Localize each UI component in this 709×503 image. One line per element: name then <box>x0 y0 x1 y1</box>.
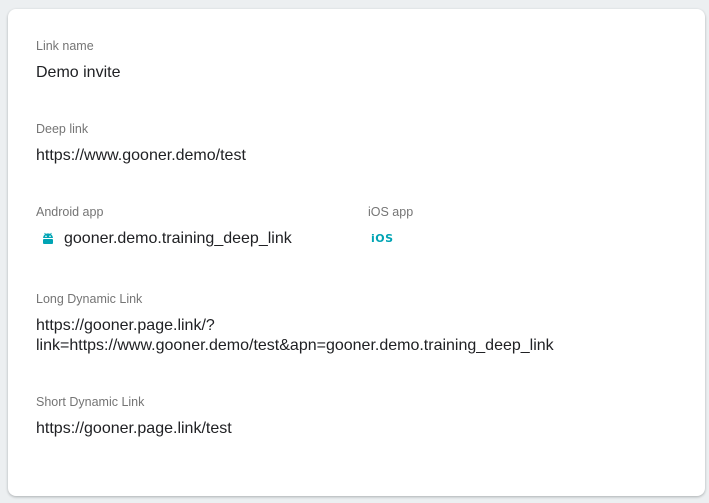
ios-app-row: iOS <box>368 229 413 248</box>
link-name-value: Demo invite <box>36 64 121 81</box>
long-dynamic-link-line-2: link=https://www.gooner.demo/test&apn=go… <box>36 337 554 354</box>
long-dynamic-link-value: https://gooner.page.link/? link=https://… <box>36 316 596 356</box>
ios-icon: iOS <box>371 232 394 245</box>
android-app-field: Android app gooner.demo.training_deep_li… <box>36 204 292 248</box>
short-dynamic-link-label: Short Dynamic Link <box>36 395 145 409</box>
long-dynamic-link-label: Long Dynamic Link <box>36 292 143 306</box>
android-app-value: gooner.demo.training_deep_link <box>64 230 292 247</box>
long-dynamic-link-line-1: https://gooner.page.link/? <box>36 317 215 334</box>
ios-app-field: iOS app iOS <box>368 204 413 248</box>
ios-app-label: iOS app <box>368 205 414 219</box>
deep-link-value: https://www.gooner.demo/test <box>36 147 246 164</box>
android-app-row: gooner.demo.training_deep_link <box>36 229 292 248</box>
deep-link-field: Deep link https://www.gooner.demo/test <box>36 121 246 165</box>
link-name-field: Link name Demo invite <box>36 38 120 82</box>
android-icon <box>41 232 55 246</box>
long-dynamic-link-field: Long Dynamic Link https://gooner.page.li… <box>36 291 596 356</box>
short-dynamic-link-field: Short Dynamic Link https://gooner.page.l… <box>36 394 232 438</box>
short-dynamic-link-value: https://gooner.page.link/test <box>36 420 232 437</box>
android-app-label: Android app <box>36 205 104 219</box>
link-name-label: Link name <box>36 39 94 53</box>
deep-link-label: Deep link <box>36 122 89 136</box>
link-details-card: Link name Demo invite Deep link https://… <box>8 9 705 496</box>
